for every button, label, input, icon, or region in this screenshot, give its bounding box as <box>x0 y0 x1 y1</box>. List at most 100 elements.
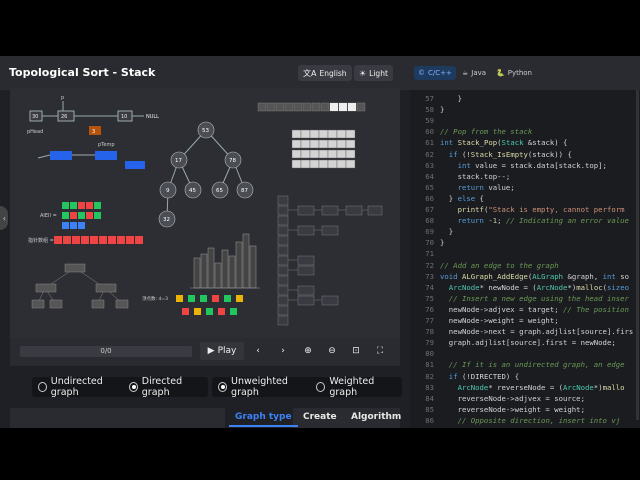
code-line: ArcNode* newNode = (ArcNode*)malloc(size… <box>448 282 629 292</box>
player-bar: 0/0 ▶ Play ‹ › ⊕ ⊖ ⊡ ⛶ <box>10 338 400 366</box>
zoom-out-icon: ⊖ <box>328 346 336 356</box>
theme-button[interactable]: ☀ Light <box>354 65 393 81</box>
tab-python[interactable]: 🐍 Python <box>492 66 536 80</box>
zoom-out-button[interactable]: ⊖ <box>324 342 340 360</box>
pointer-array-label: 指针数组 = <box>28 237 54 244</box>
radio-weighted-label: Weighted graph <box>329 376 375 398</box>
code-line: reverseNode->next = graph.adjList[target <box>440 427 634 428</box>
pointer-array <box>54 236 143 244</box>
line-number: 71 <box>425 249 434 259</box>
code-line: } <box>440 105 445 115</box>
prev-step-button[interactable]: ‹ <box>250 342 266 360</box>
code-line: } <box>440 94 462 103</box>
chevron-left-icon: ‹ <box>256 346 260 356</box>
code-line: void ALGraph_AddEdge(ALGraph &graph, int… <box>440 271 629 281</box>
tree-node-53: 53 <box>202 128 209 134</box>
code-line: reverseNode->adjvex = source; <box>440 393 585 403</box>
line-number: 87 <box>412 427 434 428</box>
main-header: Topological Sort - Stack 文A English ☀ Li… <box>0 56 410 90</box>
tab-java[interactable]: ☕ Java <box>458 66 490 80</box>
line-number: 73 <box>425 271 434 281</box>
visualization-canvas[interactable]: p 30 26 10 NULL pHead 3 pTemp 53 17 78 9… <box>10 88 400 338</box>
progress-bar[interactable]: 0/0 <box>20 346 192 357</box>
code-line: return value; <box>457 182 515 192</box>
play-icon: ▶ <box>207 346 215 356</box>
line-number: 75 <box>425 293 434 303</box>
tree-node-9: 9 <box>166 188 170 194</box>
collapse-handle[interactable]: ‹ <box>0 206 8 230</box>
tab-python-label: Python <box>507 69 532 77</box>
line-number: 67 <box>425 205 434 214</box>
fullscreen-button[interactable]: ⛶ <box>372 342 388 360</box>
array-highlight-3 <box>348 103 356 111</box>
chevron-left-icon: ‹ <box>2 213 6 223</box>
radio-directed-dot <box>129 382 138 392</box>
label-p: p <box>61 95 64 101</box>
zoom-in-button[interactable]: ⊕ <box>300 342 316 360</box>
line-number: 86 <box>425 415 434 425</box>
code-line: // If it is an undirected graph, an edge <box>448 360 625 370</box>
color-array <box>62 202 101 229</box>
radio-undirected[interactable]: Undirected graph <box>38 376 121 398</box>
play-button[interactable]: ▶ Play <box>200 342 244 360</box>
line-number: 65 <box>425 182 434 192</box>
radio-unweighted-label: Unweighted graph <box>231 376 288 398</box>
radio-undirected-dot <box>38 382 47 392</box>
array-highlight-2 <box>339 103 347 111</box>
code-line: // Add an edge to the graph <box>440 260 559 270</box>
node-10: 10 <box>121 114 127 120</box>
sun-icon: ☀ <box>359 68 367 78</box>
visualization-svg: p 30 26 10 NULL pHead 3 pTemp 53 17 78 9… <box>27 95 383 326</box>
doubly-linked-list <box>37 151 145 169</box>
code-line: if (!DIRECTED) { <box>448 371 520 381</box>
play-label: Play <box>217 346 237 356</box>
tab-graph-type[interactable]: Graph type <box>229 412 298 427</box>
array-highlight-1 <box>330 103 338 111</box>
next-step-button[interactable]: › <box>275 342 291 360</box>
line-number: 72 <box>425 260 434 270</box>
language-button[interactable]: 文A English <box>298 65 352 81</box>
label-null: NULL <box>146 114 159 120</box>
line-number: 79 <box>425 338 434 348</box>
bottom-left-tree <box>31 263 129 309</box>
line-number: 70 <box>425 238 434 248</box>
line-number: 68 <box>425 216 434 226</box>
language-label: English <box>319 68 347 78</box>
tab-cpp[interactable]: © C/C++ <box>414 66 456 80</box>
tab-java-label: Java <box>471 69 487 77</box>
radio-weighted[interactable]: Weighted graph <box>316 376 396 398</box>
radio-weighted-dot <box>316 382 326 392</box>
code-view[interactable]: 57 } 58} 59 60 // Pop from the stack 61 int St… <box>410 90 640 428</box>
code-line: } <box>440 238 445 248</box>
label-phead: pHead <box>27 129 43 135</box>
line-number: 59 <box>425 116 434 126</box>
tree-node-32: 32 <box>163 217 170 223</box>
code-line: reverseNode->weight = weight; <box>440 404 585 414</box>
radio-unweighted-dot <box>218 382 228 392</box>
code-line: stack.top--; <box>440 171 511 181</box>
code-scrollbar[interactable] <box>636 90 639 420</box>
fit-view-button[interactable]: ⊡ <box>348 342 364 360</box>
line-number: 64 <box>425 171 434 181</box>
code-line: int Stack_Pop(Stack &stack) { <box>440 138 568 148</box>
radio-directed[interactable]: Directed graph <box>129 376 202 398</box>
node-3: 3 <box>92 129 95 135</box>
code-line: printf("Stack is empty, cannot perform <box>457 205 625 214</box>
code-line: // Pop from the stack <box>440 127 533 137</box>
line-number: 66 <box>425 193 434 203</box>
node-26: 26 <box>61 114 67 120</box>
tab-create[interactable]: Create <box>303 412 337 422</box>
code-line: ArcNode* reverseNode = (ArcNode*)mallo <box>457 382 625 392</box>
java-icon: ☕ <box>462 69 469 77</box>
tree-node-78: 78 <box>229 158 236 164</box>
direction-radio-group: Undirected graph Directed graph <box>32 376 208 398</box>
focus-icon: ⊡ <box>352 346 360 356</box>
code-line: } else { <box>440 193 484 203</box>
tab-algorithm[interactable]: Algorithm <box>351 412 401 422</box>
bottom-tabs: Graph type Create Algorithm <box>10 408 401 428</box>
radio-directed-label: Directed graph <box>141 376 183 398</box>
line-number: 85 <box>425 404 434 414</box>
code-line: newNode->adjvex = target; // The positio… <box>440 304 629 314</box>
vertex-count-label: 顶点数: d=3 <box>142 295 168 302</box>
radio-unweighted[interactable]: Unweighted graph <box>218 376 308 398</box>
